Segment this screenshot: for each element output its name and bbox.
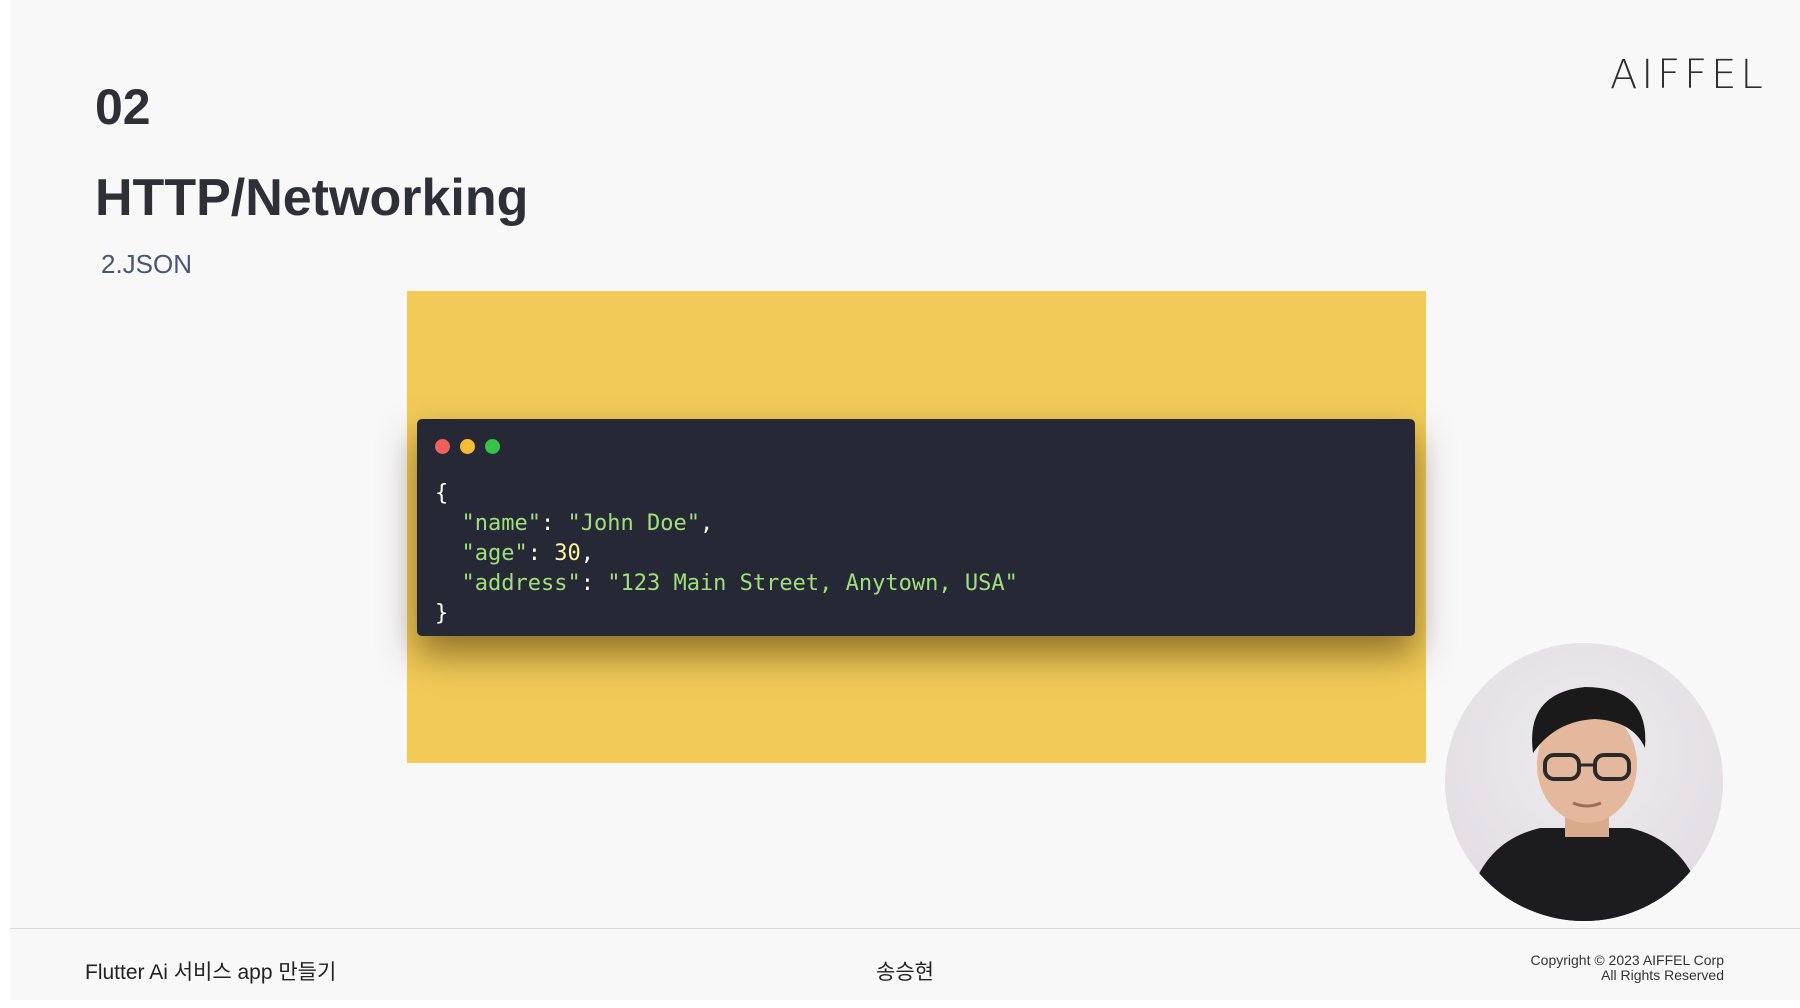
copyright-line-2: All Rights Reserved (1601, 967, 1724, 983)
presenter-webcam-avatar (1445, 643, 1723, 921)
code-brace-close: } (435, 601, 449, 626)
green-dot-icon (485, 439, 500, 454)
footer-divider (10, 928, 1800, 929)
instructor-name: 송승현 (876, 961, 934, 984)
code-panel: { "name": "John Doe", "age": 30, "addres… (407, 291, 1426, 763)
presenter-illustration (1465, 687, 1707, 921)
course-title: Flutter Ai 서비스 app 만들기 (85, 961, 337, 984)
code-window: { "name": "John Doe", "age": 30, "addres… (417, 419, 1415, 636)
red-dot-icon (435, 439, 450, 454)
code-brace-open: { (435, 481, 449, 506)
code-value-name: "John Doe" (567, 511, 700, 536)
copyright-line-1: Copyright © 2023 AIFFEL Corp (1530, 952, 1724, 968)
yellow-dot-icon (460, 439, 475, 454)
code-key-address: "address" (461, 571, 581, 596)
section-number: 02 (95, 79, 151, 135)
aiffel-logo: AIFFEL (1610, 52, 1767, 98)
slide-title: HTTP/Networking (95, 169, 529, 227)
code-key-age: "age" (461, 541, 528, 566)
slide-subtitle: 2.JSON (101, 249, 193, 279)
code-value-address: "123 Main Street, Anytown, USA" (607, 571, 1018, 596)
json-code-block: { "name": "John Doe", "age": 30, "addres… (435, 481, 1018, 626)
code-value-age: 30 (554, 541, 581, 566)
copyright: Copyright © 2023 AIFFEL Corp All Rights … (1531, 953, 1724, 983)
code-key-name: "name" (461, 511, 541, 536)
